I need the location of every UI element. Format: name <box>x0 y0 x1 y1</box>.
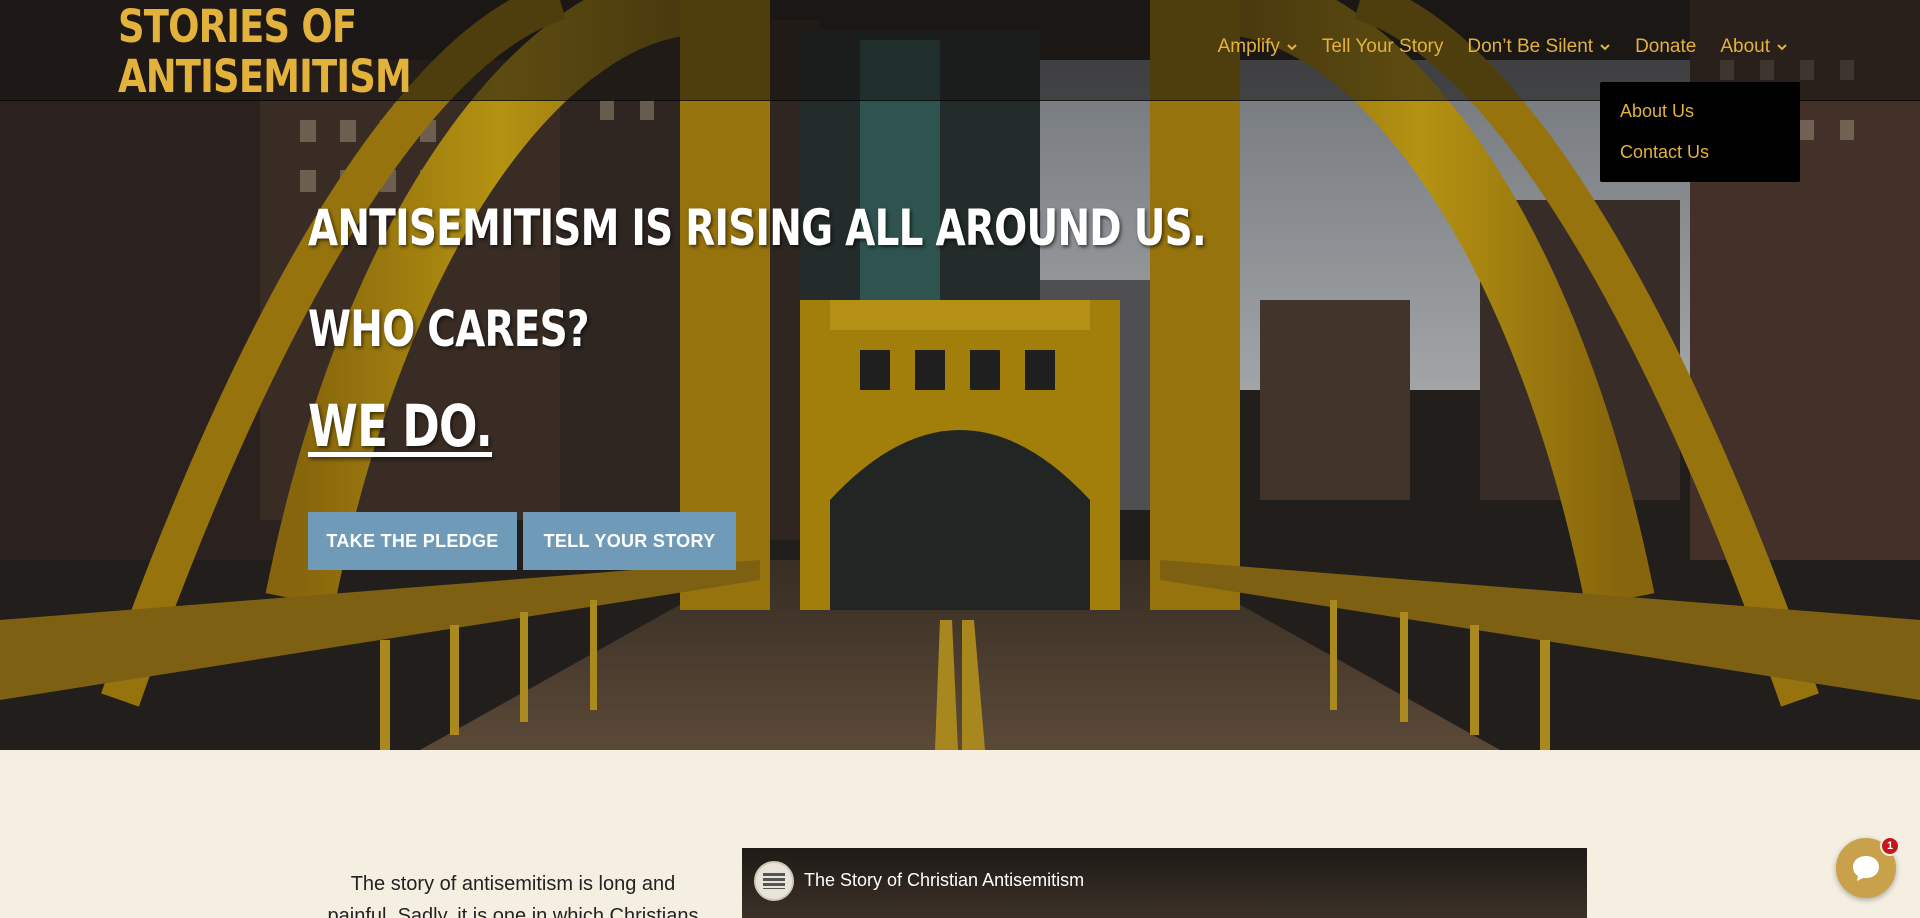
nav-item-label: Tell Your Story <box>1321 36 1444 57</box>
logo-line-2: ANTISEMITISM <box>118 50 412 103</box>
video-embed[interactable]: The Story of Christian Antisemitism <box>742 848 1587 918</box>
chevron-down-icon <box>1600 44 1610 51</box>
headline-line-1: ANTISEMITISM IS RISING ALL AROUND US. <box>308 199 1207 257</box>
nav-item-donate[interactable]: Donate <box>1623 36 1708 58</box>
nav-item-label: Donate <box>1635 36 1697 57</box>
headline-line-3[interactable]: WE DO. <box>308 394 493 458</box>
dropdown-item-about-us[interactable]: About Us <box>1600 100 1800 141</box>
nav-item-label: Don’t Be Silent <box>1467 36 1594 57</box>
nav-item-dont-be-silent[interactable]: Don’t Be Silent <box>1455 36 1623 58</box>
nav-item-label: About <box>1720 36 1770 57</box>
site-logo[interactable]: STORIES OF ANTISEMITISM <box>118 0 412 103</box>
chevron-down-icon <box>1287 44 1297 51</box>
headline-line-2: WHO CARES? <box>308 300 590 358</box>
intro-text: The story of antisemitism is long and pa… <box>327 873 699 918</box>
antisemitism-channel-icon[interactable] <box>754 861 794 901</box>
chat-button[interactable]: 1 <box>1836 836 1900 898</box>
chat-bubble-icon <box>1853 856 1879 881</box>
chevron-down-icon <box>1777 44 1787 51</box>
notification-badge: 1 <box>1880 836 1900 856</box>
nav-item-tell-your-story[interactable]: Tell Your Story <box>1310 36 1455 58</box>
dropdown-item-contact-us[interactable]: Contact Us <box>1600 141 1800 182</box>
about-dropdown-menu: About Us Contact Us <box>1600 82 1800 182</box>
nav-item-amplify[interactable]: Amplify <box>1206 36 1310 58</box>
nav-item-about[interactable]: About <box>1708 36 1800 58</box>
tell-your-story-button[interactable]: TELL YOUR STORY <box>523 512 736 570</box>
nav-item-label: Amplify <box>1217 36 1280 57</box>
main-nav: Amplify Tell Your Story Don’t Be Silent … <box>1206 36 1800 58</box>
logo-line-1: STORIES OF <box>118 0 357 53</box>
take-the-pledge-button[interactable]: TAKE THE PLEDGE <box>308 512 517 570</box>
video-title[interactable]: The Story of Christian Antisemitism <box>804 870 1084 891</box>
